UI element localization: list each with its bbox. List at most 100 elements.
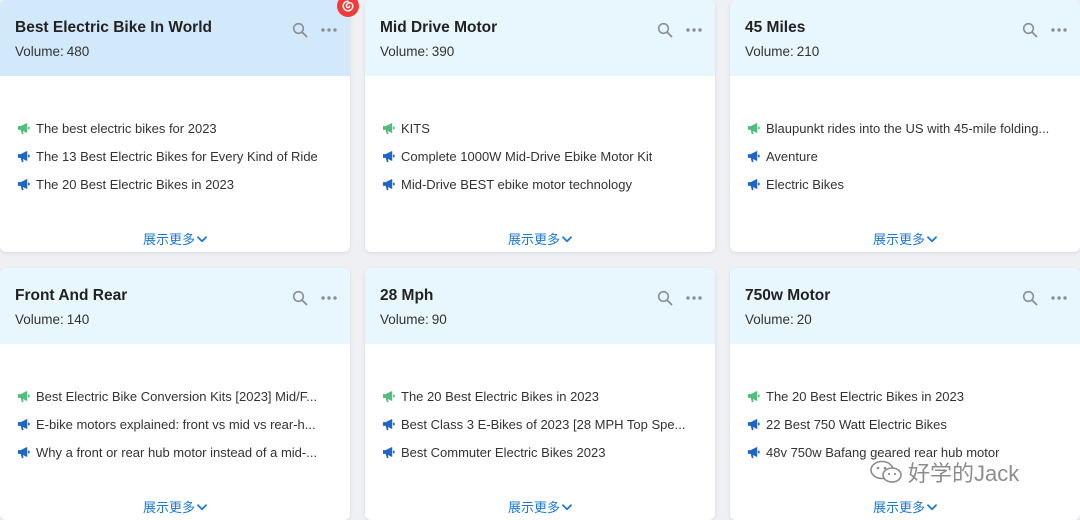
- chevron-down-icon: [927, 236, 937, 243]
- card-header: 45 Miles Volume: 210: [730, 0, 1080, 76]
- item-text: KITS: [401, 120, 430, 136]
- show-more-button[interactable]: 展示更多: [365, 497, 715, 516]
- keyword-card[interactable]: Mid Drive Motor Volume: 390 KITS Complete…: [365, 0, 715, 252]
- item-text: The 13 Best Electric Bikes for Every Kin…: [36, 148, 318, 164]
- list-item[interactable]: The 20 Best Electric Bikes in 2023: [17, 170, 332, 198]
- volume-value: 480: [66, 44, 90, 59]
- item-text: Mid-Drive BEST ebike motor technology: [401, 176, 632, 192]
- more-options-icon[interactable]: [1050, 27, 1068, 33]
- volume-value: 90: [431, 312, 447, 327]
- show-more-button[interactable]: 展示更多: [365, 229, 715, 248]
- card-volume: Volume: 480: [15, 43, 350, 61]
- green-megaphone-icon: [382, 122, 395, 135]
- chevron-down-icon: [562, 504, 572, 511]
- green-megaphone-icon: [747, 390, 760, 403]
- search-icon[interactable]: [657, 290, 673, 306]
- item-text: Aventure: [766, 148, 818, 164]
- more-options-icon[interactable]: [320, 27, 338, 33]
- more-options-icon[interactable]: [320, 295, 338, 301]
- card-volume: Volume: 20: [745, 311, 1080, 329]
- search-icon[interactable]: [292, 290, 308, 306]
- list-item[interactable]: The 20 Best Electric Bikes in 2023: [747, 382, 1062, 410]
- show-more-label: 展示更多: [507, 232, 560, 247]
- show-more-button[interactable]: 展示更多: [0, 229, 350, 248]
- card-header: Best Electric Bike In World Volume: 480: [0, 0, 350, 76]
- more-options-icon[interactable]: [685, 27, 703, 33]
- search-icon[interactable]: [292, 22, 308, 38]
- item-text: The 20 Best Electric Bikes in 2023: [401, 388, 599, 404]
- blue-megaphone-icon: [382, 178, 395, 191]
- volume-value: 390: [431, 44, 455, 59]
- notification-badge[interactable]: [337, 0, 359, 17]
- item-text: Electric Bikes: [766, 176, 845, 192]
- watermark: 好学的Jack: [868, 456, 1019, 488]
- volume-label: Volume:: [380, 44, 429, 59]
- chevron-down-icon: [197, 236, 207, 243]
- search-icon[interactable]: [1022, 290, 1038, 306]
- list-item[interactable]: Complete 1000W Mid-Drive Ebike Motor Kit: [382, 142, 697, 170]
- blue-megaphone-icon: [382, 446, 395, 459]
- blue-megaphone-icon: [17, 178, 30, 191]
- list-item[interactable]: The 13 Best Electric Bikes for Every Kin…: [17, 142, 332, 170]
- keyword-card[interactable]: Front And Rear Volume: 140 Best Electric …: [0, 268, 350, 520]
- list-item[interactable]: Mid-Drive BEST ebike motor technology: [382, 170, 697, 198]
- volume-value: 140: [66, 312, 90, 327]
- green-megaphone-icon: [382, 390, 395, 403]
- keyword-card[interactable]: 28 Mph Volume: 90 The 20 Best Electric Bi…: [365, 268, 715, 520]
- list-item[interactable]: The best electric bikes for 2023: [17, 114, 332, 142]
- show-more-button[interactable]: 展示更多: [0, 497, 350, 516]
- list-item[interactable]: Best Electric Bike Conversion Kits [2023…: [17, 382, 332, 410]
- show-more-button[interactable]: 展示更多: [730, 497, 1080, 516]
- show-more-label: 展示更多: [872, 232, 925, 247]
- volume-label: Volume:: [15, 44, 64, 59]
- list-item[interactable]: The 20 Best Electric Bikes in 2023: [382, 382, 697, 410]
- card-header: 750w Motor Volume: 20: [730, 268, 1080, 344]
- keyword-card[interactable]: 45 Miles Volume: 210 Blaupunkt rides into…: [730, 0, 1080, 252]
- show-more-label: 展示更多: [872, 500, 925, 515]
- list-item[interactable]: Best Class 3 E-Bikes of 2023 [28 MPH Top…: [382, 410, 697, 438]
- item-text: Why a front or rear hub motor instead of…: [36, 444, 318, 460]
- item-text: Blaupunkt rides into the US with 45-mile…: [766, 120, 1050, 136]
- keyword-card[interactable]: Best Electric Bike In World Volume: 480 T…: [0, 0, 350, 252]
- swirl-icon: [342, 0, 354, 12]
- list-item[interactable]: Best Commuter Electric Bikes 2023: [382, 438, 697, 466]
- blue-megaphone-icon: [747, 418, 760, 431]
- item-text: Best Electric Bike Conversion Kits [2023…: [36, 388, 318, 404]
- show-more-label: 展示更多: [142, 500, 195, 515]
- card-volume: Volume: 210: [745, 43, 1080, 61]
- search-icon[interactable]: [1022, 22, 1038, 38]
- card-volume: Volume: 90: [380, 311, 715, 329]
- card-volume: Volume: 140: [15, 311, 350, 329]
- show-more-label: 展示更多: [507, 500, 560, 515]
- blue-megaphone-icon: [17, 446, 30, 459]
- blue-megaphone-icon: [382, 418, 395, 431]
- list-item[interactable]: E-bike motors explained: front vs mid vs…: [17, 410, 332, 438]
- blue-megaphone-icon: [17, 150, 30, 163]
- list-item[interactable]: Why a front or rear hub motor instead of…: [17, 438, 332, 466]
- search-icon[interactable]: [657, 22, 673, 38]
- blue-megaphone-icon: [382, 150, 395, 163]
- card-header: Front And Rear Volume: 140: [0, 268, 350, 344]
- wechat-logo-icon: [870, 460, 902, 483]
- list-item[interactable]: Electric Bikes: [747, 170, 1062, 198]
- list-item[interactable]: Blaupunkt rides into the US with 45-mile…: [747, 114, 1062, 142]
- item-text: E-bike motors explained: front vs mid vs…: [36, 416, 316, 432]
- watermark-text: 好学的Jack: [908, 461, 1020, 486]
- volume-label: Volume:: [15, 312, 64, 327]
- volume-value: 210: [796, 44, 820, 59]
- blue-megaphone-icon: [747, 178, 760, 191]
- more-options-icon[interactable]: [1050, 295, 1068, 301]
- green-megaphone-icon: [17, 390, 30, 403]
- list-item[interactable]: 22 Best 750 Watt Electric Bikes: [747, 410, 1062, 438]
- item-text: The 20 Best Electric Bikes in 2023: [36, 176, 234, 192]
- item-text: 22 Best 750 Watt Electric Bikes: [766, 416, 947, 432]
- show-more-button[interactable]: 展示更多: [730, 229, 1080, 248]
- list-item[interactable]: KITS: [382, 114, 697, 142]
- more-options-icon[interactable]: [685, 295, 703, 301]
- chevron-down-icon: [927, 504, 937, 511]
- list-item[interactable]: Aventure: [747, 142, 1062, 170]
- chevron-down-icon: [197, 504, 207, 511]
- item-text: Best Commuter Electric Bikes 2023: [401, 444, 606, 460]
- green-megaphone-icon: [17, 122, 30, 135]
- chevron-down-icon: [562, 236, 572, 243]
